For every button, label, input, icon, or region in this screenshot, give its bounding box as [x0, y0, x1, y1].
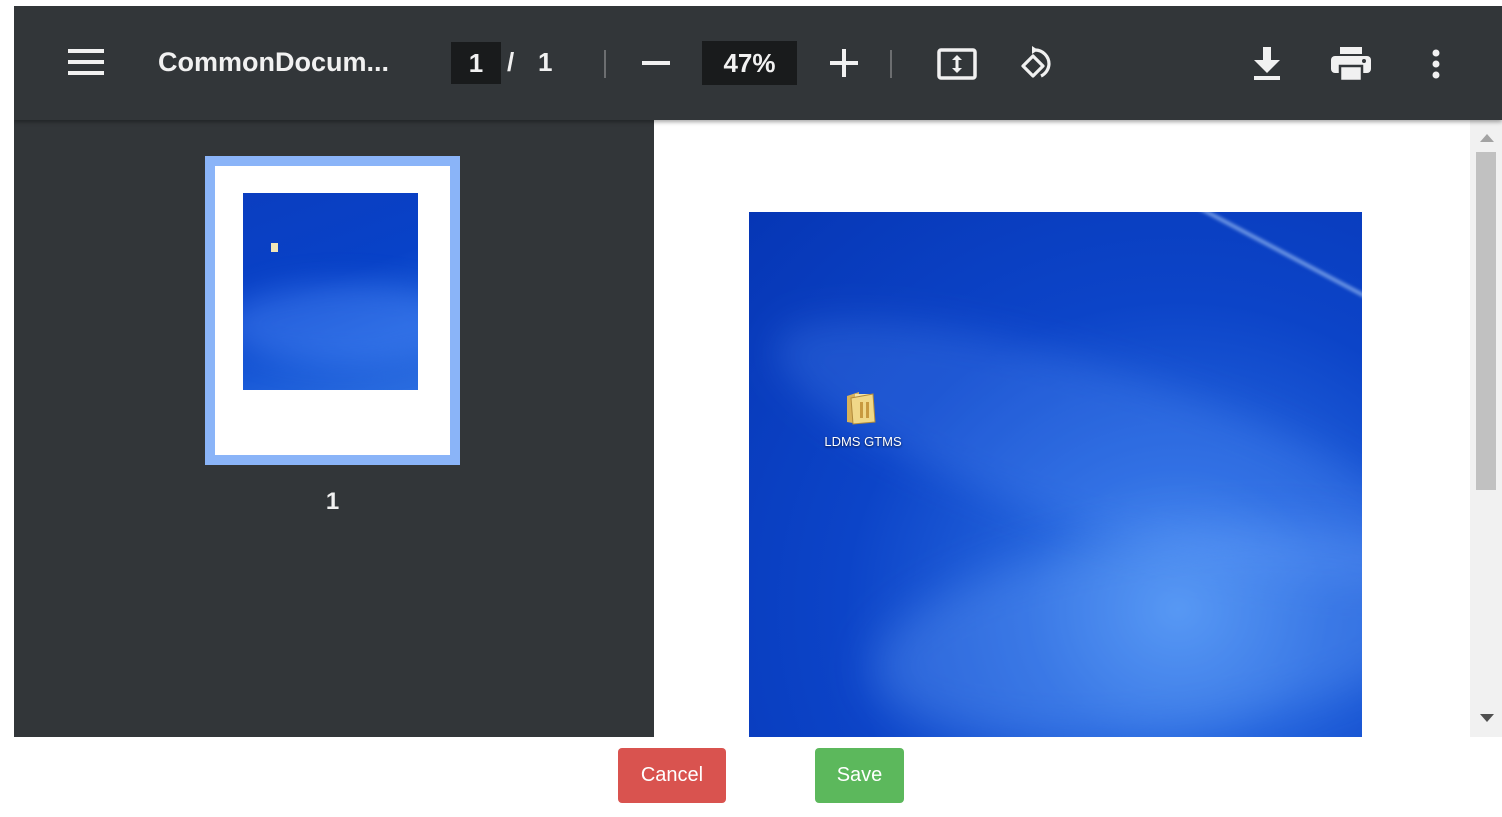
thumbnail-glow — [243, 283, 418, 363]
desktop-screenshot-image: LDMS GTMS — [749, 212, 1362, 737]
page-number-input[interactable]: 1 — [451, 42, 501, 84]
fit-to-page-icon — [937, 48, 977, 80]
desktop-icon-label: LDMS GTMS — [824, 434, 902, 449]
thumbnail-page-label: 1 — [325, 488, 340, 515]
scroll-thumb[interactable] — [1476, 152, 1496, 490]
scroll-up-arrow-icon[interactable] — [1480, 134, 1494, 142]
fit-to-page-button[interactable] — [934, 42, 980, 86]
vertical-scrollbar[interactable] — [1470, 120, 1502, 737]
toolbar-divider — [890, 50, 892, 78]
folder-icon — [847, 392, 876, 425]
page-separator: / — [507, 46, 515, 77]
page-thumbnail[interactable] — [205, 156, 460, 465]
save-button[interactable]: Save — [815, 748, 904, 803]
cancel-button[interactable]: Cancel — [618, 748, 726, 803]
zoom-out-button[interactable] — [636, 44, 676, 82]
toolbar-divider — [604, 50, 606, 78]
menu-icon — [68, 49, 104, 75]
scroll-down-arrow-icon[interactable] — [1480, 714, 1494, 722]
rotate-icon — [1021, 46, 1051, 78]
zoom-level-input[interactable]: 47% — [702, 41, 797, 85]
document-page-area: LDMS GTMS — [654, 120, 1470, 737]
minus-icon — [642, 61, 670, 65]
thumbnail-page — [215, 166, 450, 455]
more-vert-icon — [1432, 49, 1440, 79]
light-streak — [1078, 212, 1362, 390]
thumbnail-folder-icon — [271, 243, 278, 252]
thumbnail-sidebar: 1 — [14, 120, 654, 737]
plus-icon — [830, 49, 858, 77]
print-icon — [1331, 47, 1371, 81]
toolbar: CommonDocum... 1 / 1 47% — [14, 6, 1502, 120]
more-options-button[interactable] — [1422, 42, 1450, 86]
rotate-button[interactable] — [1012, 42, 1058, 86]
document-title: CommonDocum... — [158, 46, 390, 77]
print-button[interactable] — [1328, 42, 1374, 86]
page-total: 1 — [538, 46, 553, 77]
menu-button[interactable] — [66, 42, 106, 82]
download-icon — [1254, 47, 1280, 80]
zoom-in-button[interactable] — [824, 44, 864, 82]
thumbnail-image — [243, 193, 418, 390]
download-button[interactable] — [1246, 42, 1288, 86]
pdf-viewer: CommonDocum... 1 / 1 47% 1 LDMS GTMS — [14, 6, 1502, 737]
